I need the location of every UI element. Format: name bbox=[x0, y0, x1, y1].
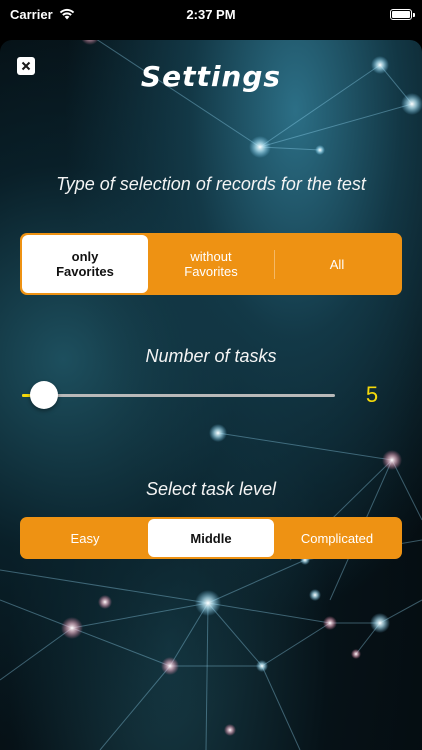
selection-type-segmented-control: only Favorites without Favorites All bbox=[20, 233, 402, 295]
selection-type-label: Type of selection of records for the tes… bbox=[56, 174, 366, 194]
segment-complicated[interactable]: Complicated bbox=[274, 519, 400, 557]
segment-without-favorites[interactable]: without Favorites bbox=[148, 235, 274, 293]
segment-line2: Favorites bbox=[184, 264, 238, 279]
task-level-segmented-control: Easy Middle Complicated bbox=[20, 517, 402, 559]
segment-easy[interactable]: Easy bbox=[22, 519, 148, 557]
tasks-slider-track[interactable] bbox=[22, 394, 335, 397]
segment-label: All bbox=[329, 256, 345, 272]
segment-line1: without bbox=[190, 249, 232, 264]
segment-line1: only bbox=[71, 249, 99, 264]
battery-icon bbox=[390, 8, 415, 20]
task-level-label: Select task level bbox=[145, 479, 277, 499]
status-left: Carrier bbox=[10, 7, 75, 22]
tasks-slider-thumb[interactable] bbox=[29, 381, 58, 409]
page-title: Settings bbox=[140, 60, 282, 93]
carrier-label: Carrier bbox=[10, 6, 53, 22]
number-of-tasks-label: Number of tasks bbox=[145, 346, 277, 366]
segment-line2: Favorites bbox=[56, 264, 114, 279]
segment-middle[interactable]: Middle bbox=[148, 519, 274, 557]
tasks-count-value: 5 bbox=[365, 382, 379, 407]
segment-only-favorites[interactable]: only Favorites bbox=[22, 235, 148, 293]
segment-all[interactable]: All bbox=[274, 235, 400, 293]
settings-sheet: Settings Type of selection of records fo… bbox=[0, 40, 422, 750]
wifi-icon bbox=[59, 8, 74, 20]
status-bar: Carrier 2:37 PM bbox=[0, 0, 422, 28]
